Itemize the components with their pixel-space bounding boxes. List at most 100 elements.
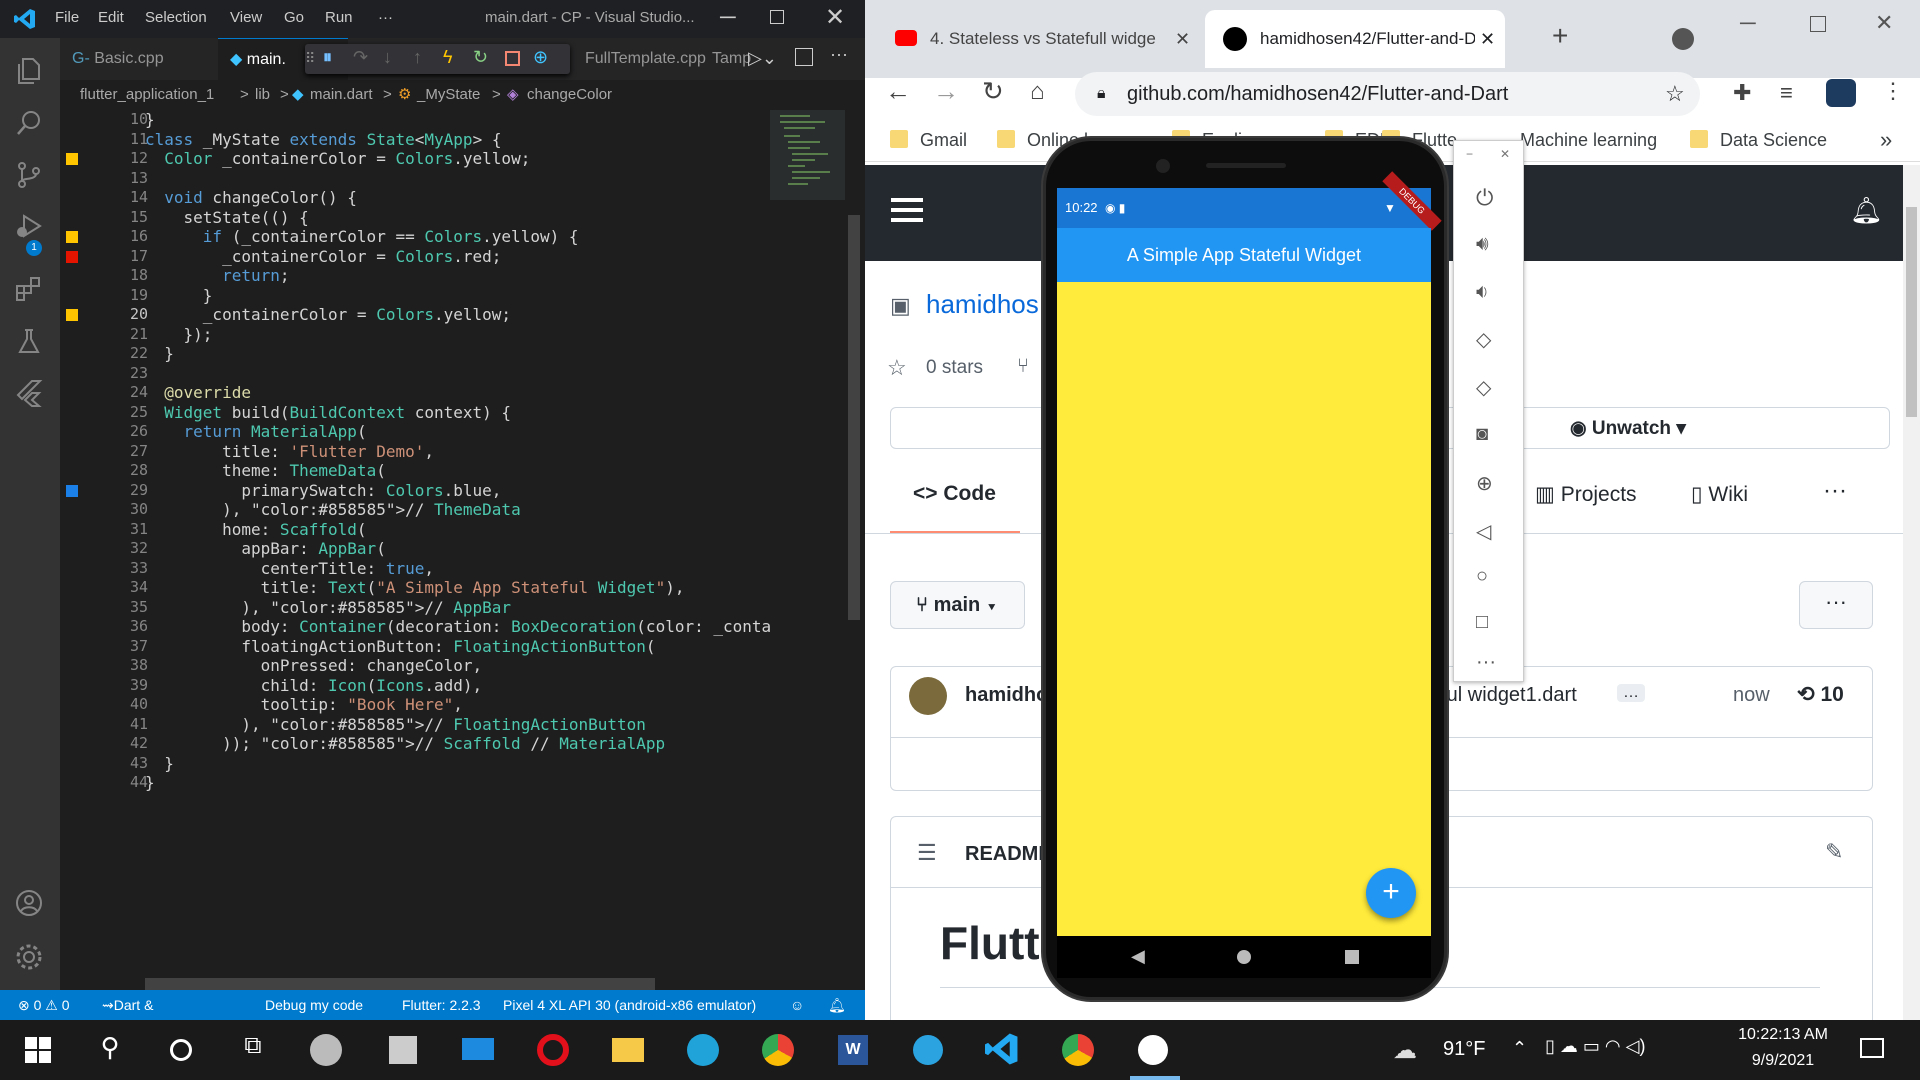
rotate-right-icon[interactable]: ◇ bbox=[1476, 375, 1502, 401]
step-out-icon[interactable]: ↑ bbox=[413, 47, 422, 68]
show-hidden-icons[interactable]: ⌃ bbox=[1512, 1038, 1527, 1059]
task-view-icon[interactable]: ⧉ bbox=[235, 1032, 271, 1068]
extensions-icon[interactable] bbox=[14, 274, 44, 304]
commit-history-link[interactable]: ⟲ 10 bbox=[1797, 682, 1844, 707]
bookmark-data-science[interactable]: Data Science bbox=[1690, 118, 1827, 162]
commit-author[interactable]: hamidho bbox=[965, 684, 1048, 707]
settings-gear-icon[interactable] bbox=[14, 942, 44, 972]
power-icon[interactable]: ⏻ bbox=[1476, 185, 1502, 211]
start-windows-icon[interactable] bbox=[20, 1032, 56, 1068]
list-icon[interactable]: ☰ bbox=[917, 840, 937, 866]
clock-time[interactable]: 10:22:13 AM bbox=[1728, 1026, 1838, 1044]
repo-owner-link[interactable]: hamidhos bbox=[926, 289, 1039, 320]
branch-more-button[interactable]: ··· bbox=[1799, 581, 1873, 629]
home-icon[interactable]: ⌂ bbox=[1030, 78, 1045, 106]
source-control-icon[interactable] bbox=[14, 160, 44, 190]
close-button[interactable]: ✕ bbox=[825, 3, 845, 32]
crumb-project[interactable]: flutter_application_1 bbox=[80, 80, 214, 110]
crumb-class[interactable]: _MyState bbox=[417, 80, 480, 110]
more-bookmarks-icon[interactable]: » bbox=[1880, 118, 1892, 162]
commit-expand-button[interactable]: … bbox=[1617, 684, 1645, 702]
clock-date[interactable]: 9/9/2021 bbox=[1728, 1052, 1838, 1070]
code-line[interactable]: )); "color:#858585">// Scaffold // Mater… bbox=[145, 732, 665, 756]
flutter-icon[interactable] bbox=[14, 378, 44, 408]
code-line[interactable]: } bbox=[145, 342, 174, 366]
weather-cloud-icon[interactable]: ☁ bbox=[1393, 1036, 1417, 1065]
problems-indicator[interactable]: ⊗ 0 ⚠ 0 bbox=[18, 990, 70, 1020]
vscode-taskbar-icon[interactable] bbox=[985, 1032, 1021, 1068]
pause-icon[interactable]: ⏸ bbox=[323, 47, 332, 68]
explorer-icon[interactable] bbox=[14, 56, 44, 86]
tray-icons[interactable]: ▯ ☁ ▭ ◠ ◁) bbox=[1545, 1036, 1645, 1057]
overview-icon[interactable]: □ bbox=[1476, 611, 1502, 637]
reading-list-icon[interactable]: ≡ bbox=[1780, 80, 1793, 106]
volume-up-icon[interactable]: 🔊︎ bbox=[1476, 233, 1502, 259]
hot-reload-icon[interactable]: ϟ bbox=[443, 47, 453, 68]
avatar[interactable] bbox=[909, 677, 947, 715]
address-bar[interactable]: 🔒︎ github.com/hamidhosen42/Flutter-and-D… bbox=[1075, 72, 1700, 116]
emu-minimize-button[interactable]: − bbox=[1466, 147, 1473, 161]
back-arrow-icon[interactable]: ← bbox=[885, 76, 911, 107]
edit-pencil-icon[interactable]: ✎ bbox=[1825, 839, 1843, 865]
stop-icon[interactable] bbox=[505, 51, 520, 66]
tab-close-icon[interactable]: ✕ bbox=[1175, 14, 1190, 64]
back-icon[interactable]: ◁ bbox=[1476, 519, 1502, 545]
clock-app-icon[interactable] bbox=[308, 1032, 344, 1068]
device-selector[interactable]: Pixel 4 XL API 30 (android-x86 emulator) bbox=[503, 990, 756, 1020]
bookmark-gmail[interactable]: Gmail bbox=[890, 118, 967, 162]
run-debug-icon[interactable] bbox=[14, 212, 44, 242]
emulator-app-icon[interactable] bbox=[1135, 1032, 1171, 1068]
step-over-icon[interactable]: ↷ bbox=[353, 47, 368, 68]
more-tabs-icon[interactable]: ··· bbox=[1823, 477, 1847, 505]
minimize-button[interactable]: ─ bbox=[720, 4, 736, 30]
chrome-maximize-button[interactable] bbox=[1810, 16, 1826, 32]
maximize-button[interactable] bbox=[770, 10, 784, 24]
crumb-lib[interactable]: lib bbox=[255, 80, 270, 110]
notification-bell-icon[interactable]: 🔔︎ bbox=[1850, 195, 1883, 226]
tab-tamp[interactable]: Tamp bbox=[702, 38, 752, 80]
nav-back-icon[interactable]: ◀ bbox=[1131, 946, 1145, 967]
tab-code[interactable]: <> Code bbox=[913, 482, 996, 506]
notifications-bell-icon[interactable]: 🔔︎ bbox=[828, 990, 846, 1020]
menu-view[interactable]: View bbox=[230, 9, 262, 26]
page-scrollbar[interactable] bbox=[1903, 165, 1920, 1020]
unwatch-button[interactable]: ◉ Unwatch ▾ bbox=[1570, 417, 1686, 440]
chrome-icon[interactable] bbox=[1060, 1032, 1096, 1068]
menu-run[interactable]: Run bbox=[325, 9, 353, 26]
flutter-version[interactable]: Flutter: 2.2.3 bbox=[402, 990, 481, 1020]
chrome-icon[interactable] bbox=[760, 1032, 796, 1068]
bookmark-star-icon[interactable]: ☆ bbox=[1665, 72, 1685, 116]
emu-close-button[interactable]: ✕ bbox=[1500, 147, 1510, 161]
chrome-minimize-button[interactable]: ─ bbox=[1740, 10, 1756, 36]
tab-fulltemplate-cpp[interactable]: FullTemplate.cpp bbox=[570, 38, 720, 80]
screenshot-camera-icon[interactable]: ◙ bbox=[1476, 423, 1502, 449]
restart-icon[interactable]: ↻ bbox=[473, 47, 488, 68]
devtools-search-icon[interactable]: ⊕ bbox=[533, 47, 548, 68]
tab-youtube[interactable]: 4. Stateless vs Statefull widge ✕ bbox=[880, 14, 1200, 64]
opera-icon[interactable] bbox=[535, 1032, 571, 1068]
branch-selector[interactable]: ⑂ main ▾ bbox=[890, 581, 1025, 629]
file-explorer-icon[interactable] bbox=[610, 1032, 646, 1068]
extensions-puzzle-icon[interactable]: ✚ bbox=[1733, 80, 1751, 106]
cortana-icon[interactable] bbox=[163, 1032, 199, 1068]
code-editor[interactable]: } class _MyState extends State<MyApp> { C… bbox=[145, 110, 770, 980]
zoom-icon[interactable]: ⊕ bbox=[1476, 471, 1502, 497]
minimap[interactable] bbox=[770, 110, 845, 980]
new-tab-icon[interactable]: + bbox=[1552, 20, 1568, 52]
tab-github[interactable]: hamidhosen42/Flutter-and-D ✕ bbox=[1205, 10, 1505, 68]
volume-down-icon[interactable]: 🔉︎ bbox=[1476, 281, 1502, 307]
reload-icon[interactable]: ↻ bbox=[982, 76, 1004, 107]
action-center-icon[interactable] bbox=[1860, 1038, 1884, 1058]
floating-action-button[interactable]: + bbox=[1366, 868, 1416, 918]
crumb-file[interactable]: main.dart bbox=[310, 80, 373, 110]
chrome-menu-icon[interactable]: ⋮ bbox=[1882, 78, 1904, 104]
home-icon[interactable]: ○ bbox=[1476, 565, 1502, 591]
crumb-method[interactable]: changeColor bbox=[527, 80, 612, 110]
hamburger-menu-icon[interactable] bbox=[891, 198, 923, 202]
tab-projects[interactable]: ▥ Projects bbox=[1535, 482, 1637, 507]
menu-file[interactable]: File bbox=[55, 9, 79, 26]
profile-avatar[interactable] bbox=[1826, 79, 1856, 107]
tab-wiki[interactable]: ▯ Wiki bbox=[1691, 482, 1748, 507]
tab-basic-cpp[interactable]: G- Basic.cpp bbox=[60, 38, 218, 80]
weather-temp[interactable]: 91°F bbox=[1443, 1038, 1485, 1061]
